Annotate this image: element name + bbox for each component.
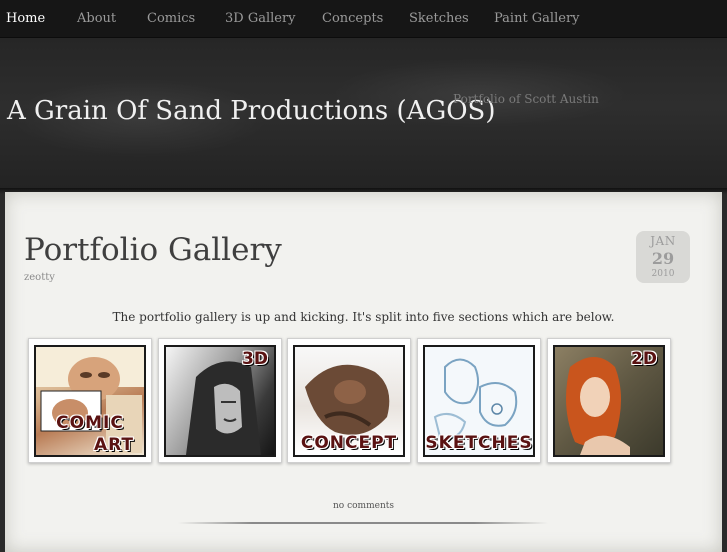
date-year: 2010 [651, 269, 675, 279]
date-month: JAN [650, 234, 676, 248]
3d-corner-label: 3D [242, 349, 268, 369]
sketches-label: SKETCHES [425, 433, 533, 453]
nav-item-3d-gallery[interactable]: 3D Gallery [225, 0, 296, 37]
concept-image: CONCEPT [293, 345, 405, 457]
post-divider [178, 522, 548, 524]
sketches-image: SKETCHES [423, 345, 535, 457]
site-title[interactable]: A Grain Of Sand Productions (AGOS) [7, 96, 496, 126]
post-title[interactable]: Portfolio Gallery [24, 232, 282, 268]
comic-art-image: COMIC ART [34, 345, 146, 457]
nav-item-about[interactable]: About [77, 0, 116, 37]
3d-image: 3D [164, 345, 276, 457]
comic-label-line2: ART [93, 435, 135, 455]
date-day: 29 [651, 249, 675, 268]
2d-corner-label: 2D [631, 349, 657, 369]
gallery-thumb-sketches[interactable]: SKETCHES [417, 338, 541, 463]
nav-item-comics[interactable]: Comics [147, 0, 195, 37]
post-intro: The portfolio gallery is up and kicking.… [112, 310, 615, 324]
gallery-thumb-3d[interactable]: 3D [158, 338, 282, 463]
top-nav: Home About Comics 3D Gallery Concepts Sk… [0, 0, 727, 38]
post-author[interactable]: zeotty [24, 272, 55, 283]
2d-image: 2D [553, 345, 665, 457]
site-header: A Grain Of Sand Productions (AGOS) Portf… [0, 38, 727, 188]
nav-item-home[interactable]: Home [6, 0, 45, 37]
comic-label-line1: COMIC [56, 413, 124, 433]
date-badge: JAN 29 2010 [636, 231, 690, 283]
nav-item-paint-gallery[interactable]: Paint Gallery [494, 0, 580, 37]
nav-item-sketches[interactable]: Sketches [409, 0, 469, 37]
site-tagline: Portfolio of Scott Austin [453, 92, 599, 106]
gallery-thumb-concept[interactable]: CONCEPT [287, 338, 411, 463]
gallery-thumb-comic-art[interactable]: COMIC ART [28, 338, 152, 463]
comments-link[interactable]: no comments [0, 501, 727, 511]
concept-label: CONCEPT [300, 433, 398, 453]
nav-item-concepts[interactable]: Concepts [322, 0, 383, 37]
gallery-thumb-2d[interactable]: 2D [547, 338, 671, 463]
